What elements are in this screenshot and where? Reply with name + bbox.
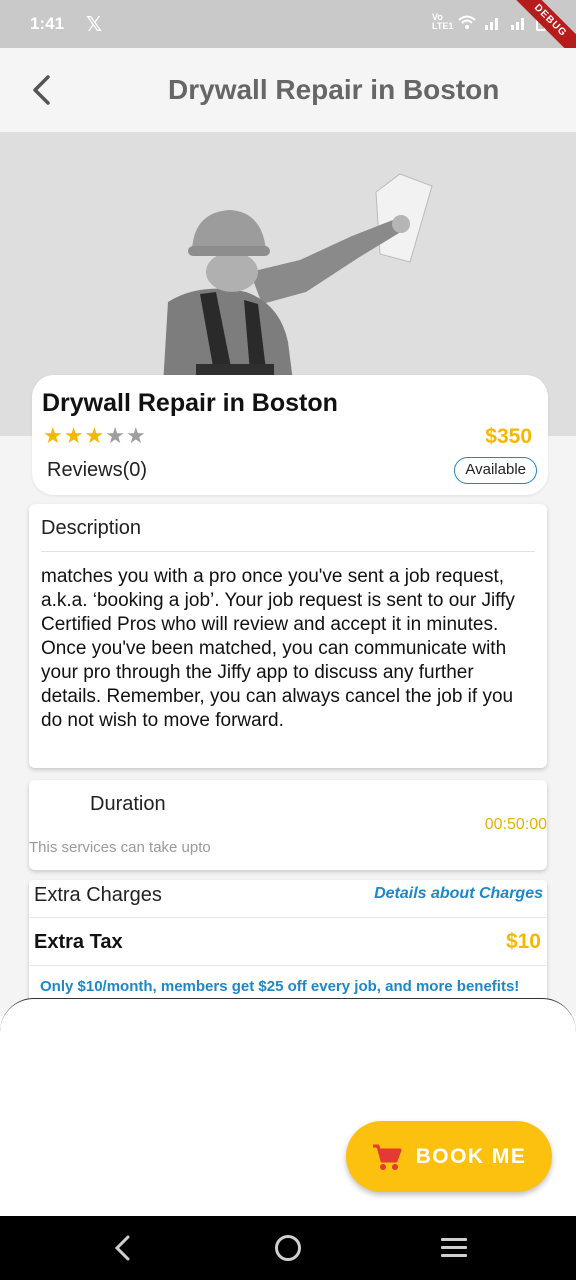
status-bar: 1:41 𝕏 Vo LTE1 DEBUG [0,0,576,70]
extra-tax-label: Extra Tax [34,931,123,953]
service-price: $350 [485,425,532,448]
duration-card: Duration 00:50:00 This services can take… [29,780,547,870]
description-text: matches you with a pro once you've sent … [41,566,515,731]
system-nav-bar [0,1216,576,1280]
star-icon-empty: ★ [125,423,146,448]
divider [29,965,547,966]
page-title: Drywall Repair in Boston [168,74,500,105]
reviews-count[interactable]: Reviews(0) [47,459,147,482]
chevron-left-icon[interactable] [28,72,58,108]
description-heading: Description [41,517,142,539]
membership-promo[interactable]: Only $10/month, members get $25 off ever… [40,978,519,995]
rating-stars: ★ ★ ★ ★ ★ [43,425,146,447]
star-icon-filled: ★ [84,423,105,448]
duration-note: This services can take upto [29,839,211,856]
book-me-button[interactable]: BOOK ME [346,1121,552,1192]
app-bar: Drywall Repair in Boston [0,48,576,132]
extra-charges-card: Extra Charges Details about Charges Extr… [29,880,547,1010]
nav-recents-icon[interactable] [441,1238,467,1262]
star-icon-filled: ★ [63,423,84,448]
network-label: Vo LTE1 [432,12,454,31]
divider [41,551,535,552]
wifi-icon [458,15,476,29]
status-icons: Vo LTE1 [432,13,546,31]
duration-value: 00:50:00 [484,816,547,833]
book-me-label: BOOK ME [415,1144,527,1168]
duration-label: Duration [90,793,166,815]
service-header-card: Drywall Repair in Boston ★ ★ ★ ★ ★ $350 … [32,375,548,495]
charges-details-link[interactable]: Details about Charges [374,885,543,903]
nav-back-icon[interactable] [110,1234,134,1262]
signal-icon-2 [511,18,524,30]
star-icon-empty: ★ [105,423,125,448]
status-time: 1:41 [30,14,65,33]
star-icon-filled: ★ [43,423,63,448]
description-card: Description matches you with a pro once … [29,504,547,768]
extra-charges-title: Extra Charges [34,884,162,906]
x-logo-icon: 𝕏 [86,13,103,36]
extra-tax-amount: $10 [505,930,541,953]
cart-icon [372,1144,402,1170]
nav-home-icon[interactable] [275,1235,301,1261]
availability-badge: Available [454,457,537,484]
service-name: Drywall Repair in Boston [42,389,338,417]
signal-icon [485,18,498,30]
divider [29,917,547,918]
